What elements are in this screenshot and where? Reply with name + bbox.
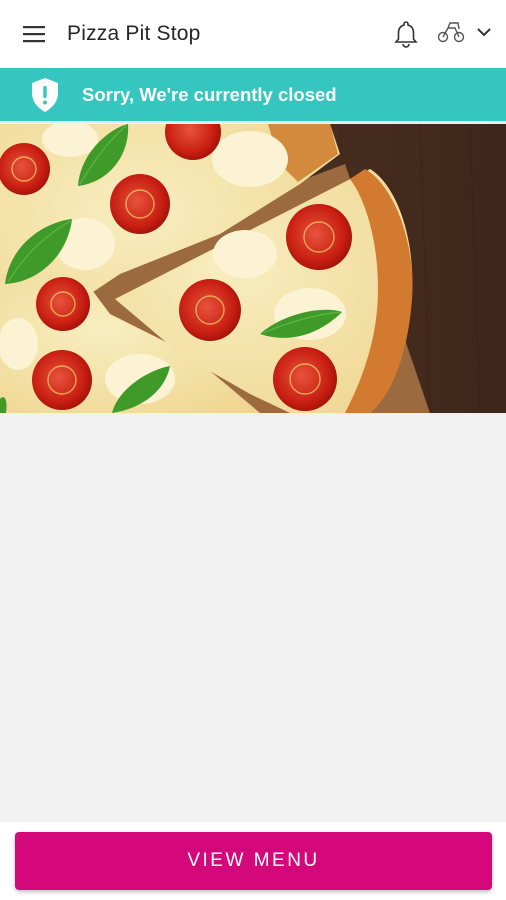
chevron-down-icon — [476, 25, 492, 43]
page-title: Pizza Pit Stop — [67, 22, 201, 45]
app-bar: Pizza Pit Stop — [0, 0, 506, 68]
closed-message: Sorry, We're currently closed — [82, 83, 337, 105]
margherita-pizza-photo — [0, 124, 506, 413]
closed-banner: Sorry, We're currently closed — [0, 68, 506, 123]
delivery-pickup-icon — [436, 20, 468, 49]
footer-bar: VIEW MENU — [0, 822, 506, 900]
order-mode-selector[interactable] — [436, 20, 492, 49]
bell-icon[interactable] — [390, 16, 422, 52]
view-menu-button[interactable]: VIEW MENU — [15, 832, 492, 890]
menu-content-area — [0, 413, 506, 822]
shield-alert-icon — [30, 77, 60, 113]
hamburger-menu-icon[interactable] — [17, 17, 51, 51]
